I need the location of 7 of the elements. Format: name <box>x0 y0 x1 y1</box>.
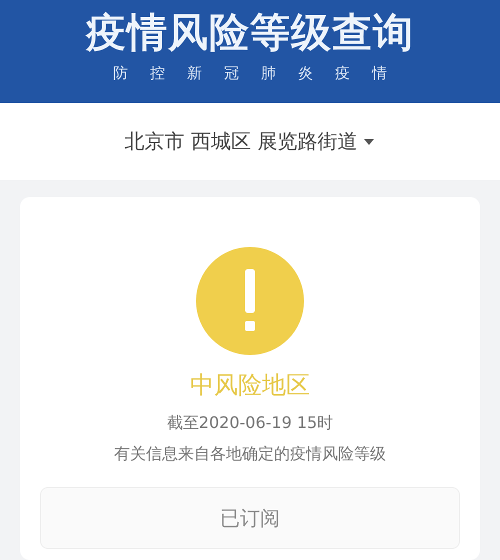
caret-icon <box>363 138 376 146</box>
location-selector[interactable]: 北京市 西城区 展览路街道 <box>120 124 380 159</box>
source-note: 有关信息来自各地确定的疫情风险等级 <box>114 444 386 465</box>
page-subtitle: 防控新冠肺炎疫情 <box>113 64 409 83</box>
risk-level: 中风险地区 <box>190 370 310 401</box>
page-title: 疫情风险等级查询 <box>86 9 414 58</box>
as-of-date: 截至2020-06-19 15时 <box>166 413 334 434</box>
